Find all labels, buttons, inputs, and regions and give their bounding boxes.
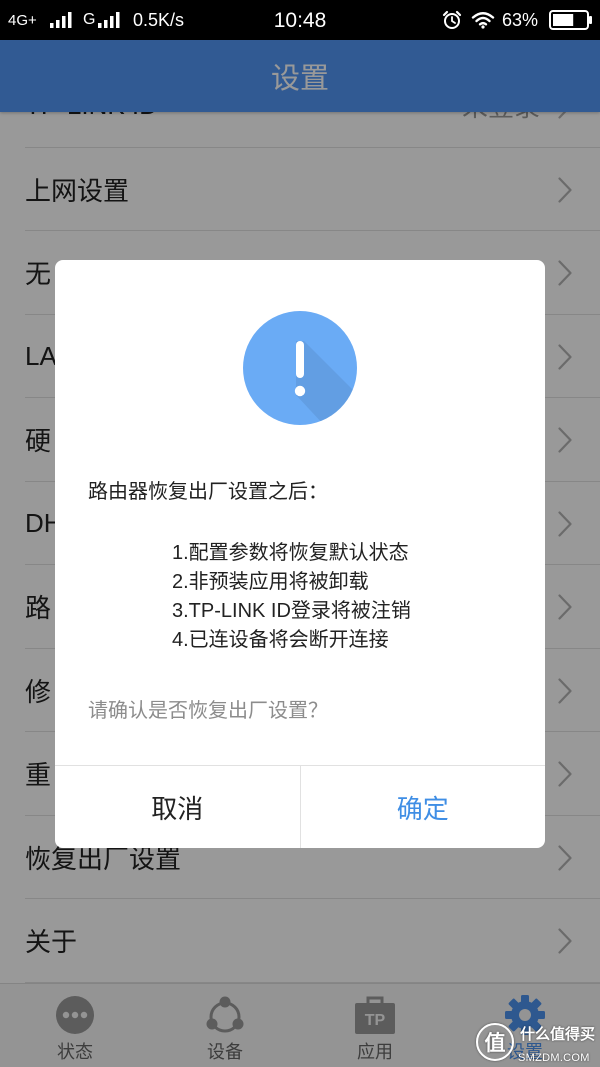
confirm-button[interactable]: 确定 — [301, 766, 546, 848]
factory-reset-dialog: 路由器恢复出厂设置之后： 1.配置参数将恢复默认状态 2.非预装应用将被卸载 3… — [55, 260, 545, 848]
signal-icon — [98, 0, 120, 40]
consequence-item: 1.配置参数将恢复默认状态 — [172, 542, 409, 564]
network-type-secondary: G — [83, 11, 96, 28]
dialog-intro-text: 路由器恢复出厂设置之后： — [88, 481, 328, 503]
clock-time: 10:48 — [273, 8, 327, 32]
dialog-buttons: 取消 确定 — [55, 766, 545, 848]
cancel-button[interactable]: 取消 — [55, 766, 301, 848]
watermark-name: 什么值得买 — [520, 1026, 596, 1043]
confirm-prompt: 请确认是否恢复出厂设置？ — [88, 700, 328, 722]
watermark-logo: 值 — [476, 1023, 514, 1061]
exclamation-icon — [243, 311, 357, 425]
network-type-primary: 4G+ — [8, 11, 37, 29]
battery-fill — [553, 14, 574, 26]
consequence-item: 2.非预装应用将被卸载 — [172, 571, 369, 593]
wifi-icon — [471, 0, 495, 40]
consequence-list: 1.配置参数将恢复默认状态 2.非预装应用将被卸载 3.TP-LINK ID登录… — [172, 539, 411, 655]
battery-percentage: 63% — [502, 10, 539, 30]
watermark-logo-char: 值 — [484, 1032, 506, 1055]
watermark-site: SMZDM.COM — [518, 1052, 590, 1064]
consequence-item: 4.已连设备将会断开连接 — [172, 629, 389, 651]
status-bar: 4G+ G 0.5K/s 10:48 63% — [0, 0, 600, 40]
alarm-clock-icon — [442, 0, 462, 40]
watermark: 值 什么值得买 SMZDM.COM — [476, 1020, 598, 1066]
battery-icon — [549, 0, 593, 40]
consequence-item: 3.TP-LINK ID登录将被注销 — [172, 600, 411, 622]
data-speed: 0.5K/s — [133, 10, 185, 30]
signal-icon — [50, 0, 72, 40]
